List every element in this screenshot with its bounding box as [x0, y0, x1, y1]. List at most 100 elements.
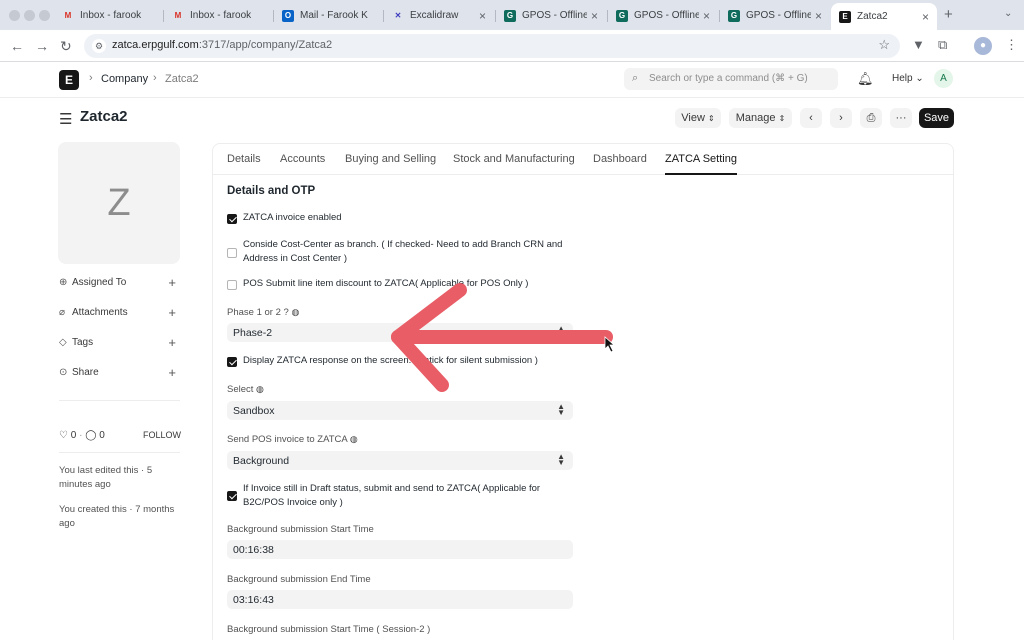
display-response-checkbox[interactable] — [227, 357, 237, 367]
browser-tab[interactable]: M Inbox - farook — [54, 5, 162, 26]
profile-icon[interactable]: ● — [974, 37, 992, 55]
company-image-placeholder[interactable]: Z — [58, 142, 180, 264]
bg-start2-field-label: Background submission Start Time ( Sessi… — [227, 624, 431, 635]
close-tab-icon[interactable]: × — [815, 9, 822, 23]
tab-details[interactable]: Details — [227, 153, 261, 165]
add-icon[interactable]: + — [168, 335, 176, 350]
display-response-label: Display ZATCA response on the screen. (U… — [243, 355, 538, 366]
select-arrows-icon: ▲ ▼ — [557, 402, 565, 417]
add-icon[interactable]: + — [168, 305, 176, 320]
gmail-icon: M — [174, 11, 182, 20]
browser-tab[interactable]: G GPOS - Offline × — [720, 5, 830, 26]
bg-start-time-input[interactable]: 00:16:38 — [227, 540, 573, 559]
print-button[interactable]: ⎙ — [860, 108, 882, 128]
close-tab-icon[interactable]: × — [479, 9, 486, 23]
breadcrumb-company[interactable]: Company — [101, 73, 148, 85]
extensions-puzzle-icon[interactable]: ⧉ — [938, 37, 947, 53]
breadcrumb-current[interactable]: Zatca2 — [165, 73, 199, 85]
tab-dashboard[interactable]: Dashboard — [593, 153, 647, 165]
erpnext-icon: E — [839, 10, 851, 23]
draft-submit-checkbox[interactable] — [227, 491, 237, 501]
share-icon: ⊙ — [59, 367, 68, 378]
browser-tab[interactable]: ✕ Excalidraw × — [384, 5, 494, 26]
close-tab-icon[interactable]: × — [591, 9, 598, 23]
environment-select[interactable]: Sandbox ▲ ▼ — [227, 401, 573, 420]
gpos-icon: G — [616, 9, 628, 22]
globe-icon: ◍ — [349, 434, 358, 444]
browser-menu-icon[interactable]: ⋮ — [1005, 37, 1018, 53]
cost-center-branch-checkbox[interactable] — [227, 248, 237, 258]
tab-stock-and-manufacturing[interactable]: Stock and Manufacturing — [453, 153, 575, 165]
view-menu-button[interactable]: View ⇕ — [675, 108, 721, 128]
comment-icon[interactable]: ◯ — [85, 430, 96, 441]
browser-tab[interactable]: O Mail - Farook K — [274, 5, 382, 26]
chevron-right-icon: › — [839, 112, 843, 124]
browser-tab-active[interactable]: E Zatca2 × — [831, 3, 937, 30]
sidebar-assigned-to[interactable]: ⊕ Assigned To + — [59, 275, 180, 291]
form-tabs: Details Accounts Buying and Selling Stoc… — [213, 144, 953, 175]
phase-select[interactable]: Phase-2 ▲ ▼ — [227, 323, 573, 342]
send-pos-field-label: Send POS invoice to ZATCA ◍ — [227, 434, 358, 445]
window-close-button[interactable] — [9, 10, 20, 21]
site-info-icon[interactable]: ⚙ — [92, 39, 106, 53]
assign-icon: ⊕ — [59, 277, 68, 288]
help-dropdown[interactable]: Help ⌄ — [892, 73, 924, 84]
gpos-icon: G — [504, 9, 516, 22]
pos-discount-checkbox[interactable] — [227, 280, 237, 290]
draft-submit-label: If Invoice still in Draft status, submit… — [243, 483, 541, 508]
browser-tab[interactable]: G GPOS - Offline × — [496, 5, 606, 26]
send-pos-select[interactable]: Background ▲ ▼ — [227, 451, 573, 470]
section-title: Details and OTP — [227, 185, 316, 197]
bg-start-field-label: Background submission Start Time — [227, 524, 374, 535]
app-navbar: E › Company › Zatca2 ⌕ Search or type a … — [0, 62, 1024, 98]
next-record-button[interactable]: › — [830, 108, 852, 128]
add-icon[interactable]: + — [168, 365, 176, 380]
notification-bell-icon[interactable]: 🔔︎ — [857, 71, 874, 87]
previous-record-button[interactable]: ‹ — [800, 108, 822, 128]
back-icon[interactable]: ← — [10, 38, 24, 54]
close-tab-icon[interactable]: × — [703, 9, 710, 23]
browser-tab[interactable]: M Inbox - farook — [164, 5, 272, 26]
tab-accounts[interactable]: Accounts — [280, 153, 325, 165]
search-icon: ⌕ — [632, 72, 639, 84]
ellipsis-icon: ··· — [895, 112, 907, 124]
user-avatar[interactable]: A — [934, 69, 953, 88]
tag-icon: ◇ — [59, 337, 67, 348]
forward-icon[interactable]: → — [35, 38, 49, 54]
sidebar-attachments[interactable]: ⌀ Attachments + — [59, 305, 180, 321]
add-icon[interactable]: + — [168, 275, 176, 290]
heart-icon[interactable]: ♡ — [59, 430, 68, 441]
bg-end-time-input[interactable]: 03:16:43 — [227, 590, 573, 609]
follow-button[interactable]: FOLLOW — [143, 430, 181, 440]
gmail-icon: M — [64, 11, 72, 20]
app-logo[interactable]: E — [59, 70, 79, 90]
awesomebar-search[interactable]: ⌕ Search or type a command (⌘ + G) — [624, 68, 838, 90]
tab-search-icon[interactable]: ⌄ — [1004, 8, 1012, 19]
browser-tab[interactable]: G GPOS - Offline × — [608, 5, 718, 26]
save-button[interactable]: Save — [919, 108, 954, 128]
sidebar-divider — [59, 452, 180, 453]
extension-icon[interactable]: ▼ — [912, 37, 925, 52]
chevron-right-icon: › — [89, 72, 93, 84]
gpos-icon: G — [728, 9, 740, 22]
tab-buying-and-selling[interactable]: Buying and Selling — [345, 153, 436, 165]
window-minimize-button[interactable] — [24, 10, 35, 21]
bg-end-field-label: Background submission End Time — [227, 574, 371, 585]
last-edited-text: You last edited this · 5 minutes ago — [59, 465, 153, 490]
address-bar[interactable]: ⚙ zatca.erpgulf.com:3717/app/company/Zat… — [84, 34, 900, 58]
phase-field-label: Phase 1 or 2 ? ◍ — [227, 307, 300, 318]
zatca-enabled-checkbox[interactable] — [227, 214, 237, 224]
window-zoom-button[interactable] — [39, 10, 50, 21]
reload-icon[interactable]: ↻ — [60, 38, 72, 55]
tab-zatca-setting[interactable]: ZATCA Setting — [665, 153, 737, 165]
manage-menu-button[interactable]: Manage ⇕ — [729, 108, 792, 128]
new-tab-icon[interactable]: + — [944, 6, 953, 23]
sidebar-toggle-icon[interactable]: ☰ — [59, 110, 72, 128]
sidebar-share[interactable]: ⊙ Share + — [59, 365, 180, 381]
more-actions-button[interactable]: ··· — [890, 108, 912, 128]
close-tab-icon[interactable]: × — [922, 10, 929, 24]
bookmark-star-icon[interactable]: ☆ — [878, 37, 890, 53]
url-text: zatca.erpgulf.com:3717/app/company/Zatca… — [112, 39, 333, 51]
sidebar-tags[interactable]: ◇ Tags + — [59, 335, 180, 351]
globe-icon: ◍ — [256, 384, 264, 394]
